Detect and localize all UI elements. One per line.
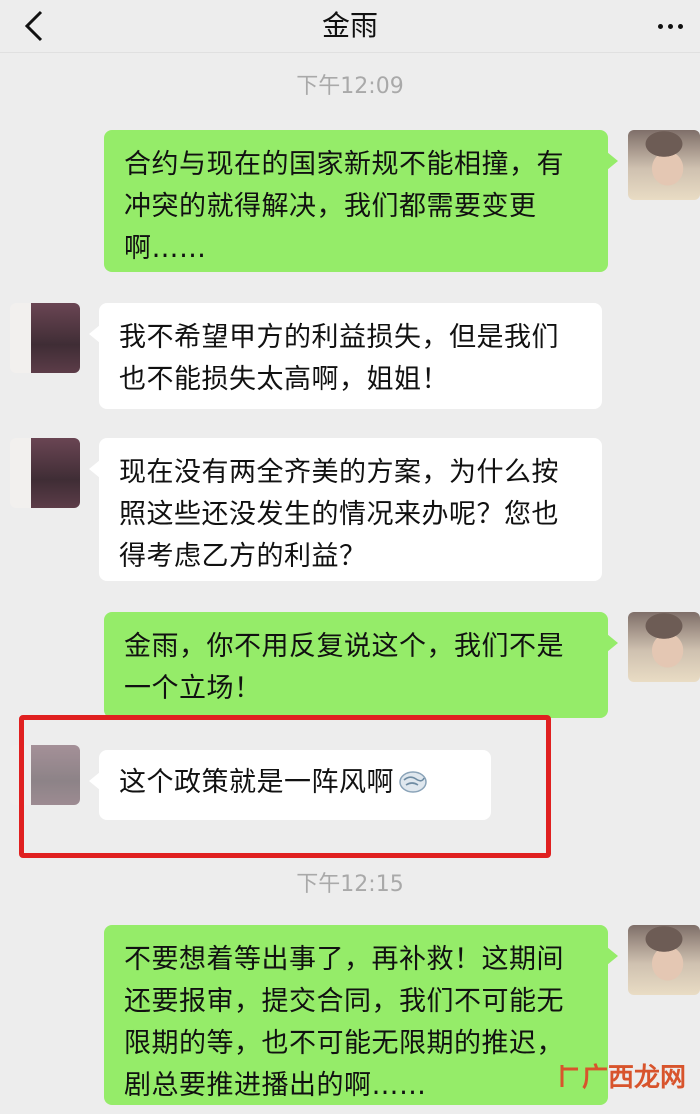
my-avatar[interactable] xyxy=(628,612,700,682)
more-options-button[interactable] xyxy=(650,10,690,42)
red-highlight-box xyxy=(19,715,551,858)
contact-avatar[interactable] xyxy=(10,438,80,508)
timestamp: 下午12:15 xyxy=(296,872,404,897)
message-bubble-received[interactable]: 我不希望甲方的利益损失，但是我们也不能损失太高啊，姐姐！ xyxy=(89,303,602,409)
my-avatar[interactable] xyxy=(628,925,700,995)
my-avatar[interactable] xyxy=(628,130,700,200)
message-bubble-sent[interactable]: 不要想着等出事了，再补救！这期间还要报审，提交合同，我们不可能无限期的等，也不可… xyxy=(104,925,618,1105)
chat-title: 金雨 xyxy=(321,9,378,42)
message-bubble-sent[interactable]: 金雨，你不用反复说这个，我们不是一个立场！ xyxy=(104,612,618,718)
watermark-text: 广西龙网 xyxy=(581,1063,686,1093)
message-bubble-sent[interactable]: 合约与现在的国家新规不能相撞，有冲突的就得解决，我们都需要变更啊…… xyxy=(104,130,618,272)
timestamp: 下午12:09 xyxy=(296,74,404,99)
chat-header: 金雨 xyxy=(0,0,700,53)
more-dot-icon xyxy=(677,23,683,29)
more-dot-icon xyxy=(667,23,673,29)
watermark: 广西龙网 xyxy=(558,1057,686,1094)
watermark-logo-icon xyxy=(560,1064,578,1087)
more-dot-icon xyxy=(657,23,663,29)
message-bubble-received[interactable]: 现在没有两全齐美的方案，为什么按照这些还没发生的情况来办呢？您也得考虑乙方的利益… xyxy=(89,438,602,581)
contact-avatar[interactable] xyxy=(10,303,80,373)
